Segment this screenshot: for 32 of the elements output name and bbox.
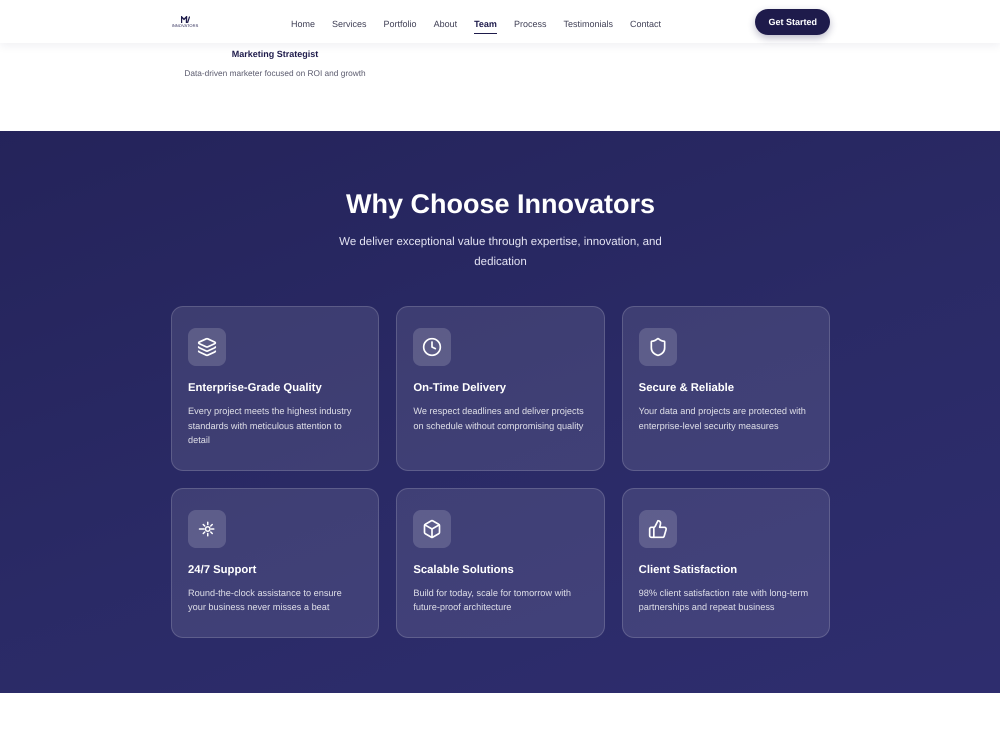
- feature-description: Every project meets the highest industry standards with meticulous attention to detail: [188, 405, 352, 448]
- nav-link[interactable]: Testimonials: [563, 12, 613, 34]
- feature-description: Build for today, scale for tomorrow with future-proof architecture: [413, 586, 572, 614]
- get-started-button[interactable]: Get Started: [755, 8, 830, 34]
- section-heading: Why Choose Innovators: [346, 188, 656, 221]
- section-subtitle: We deliver exceptional value through expertise, innovation, and dedication: [338, 235, 663, 270]
- feature-title: Secure & Reliable: [638, 381, 734, 395]
- feature-description: 98% client satisfaction rate with long-term partnerships and repeat business: [638, 586, 810, 614]
- nav-link[interactable]: Process: [514, 12, 546, 34]
- feature-title: Client Satisfaction: [638, 562, 738, 577]
- shield-icon: [638, 328, 677, 366]
- nav-link[interactable]: Team: [474, 12, 497, 34]
- nav-link[interactable]: About: [434, 12, 458, 34]
- nav-link[interactable]: Portfolio: [384, 12, 417, 34]
- nav-link[interactable]: Contact: [630, 12, 662, 34]
- burst-icon: [188, 510, 226, 548]
- nav-link[interactable]: Home: [291, 12, 316, 34]
- layers-icon: [188, 328, 226, 366]
- feature-description: Round-the-clock assistance to ensure your business never misses a beat: [188, 586, 343, 614]
- cube-icon: [413, 510, 452, 548]
- feature-description: Your data and projects are protected with enterprise-level security measures: [638, 405, 807, 433]
- feature-description: We respect deadlines and deliver projects on schedule without compromising quality: [413, 405, 585, 433]
- team-member-role: Marketing Strategist: [232, 48, 318, 61]
- feature-title: Enterprise-Grade Quality: [188, 381, 322, 395]
- feature-title: On-Time Delivery: [413, 381, 506, 395]
- team-member-bio: Data-driven marketer focused on ROI and growth: [184, 67, 366, 80]
- logo-mark-icon[interactable]: [180, 16, 190, 22]
- feature-title: Scalable Solutions: [413, 562, 514, 577]
- thumbs-up-icon: [638, 510, 677, 548]
- feature-title: 24/7 Support: [188, 562, 256, 577]
- nav-link[interactable]: Services: [332, 12, 367, 34]
- clock-icon: [413, 328, 452, 366]
